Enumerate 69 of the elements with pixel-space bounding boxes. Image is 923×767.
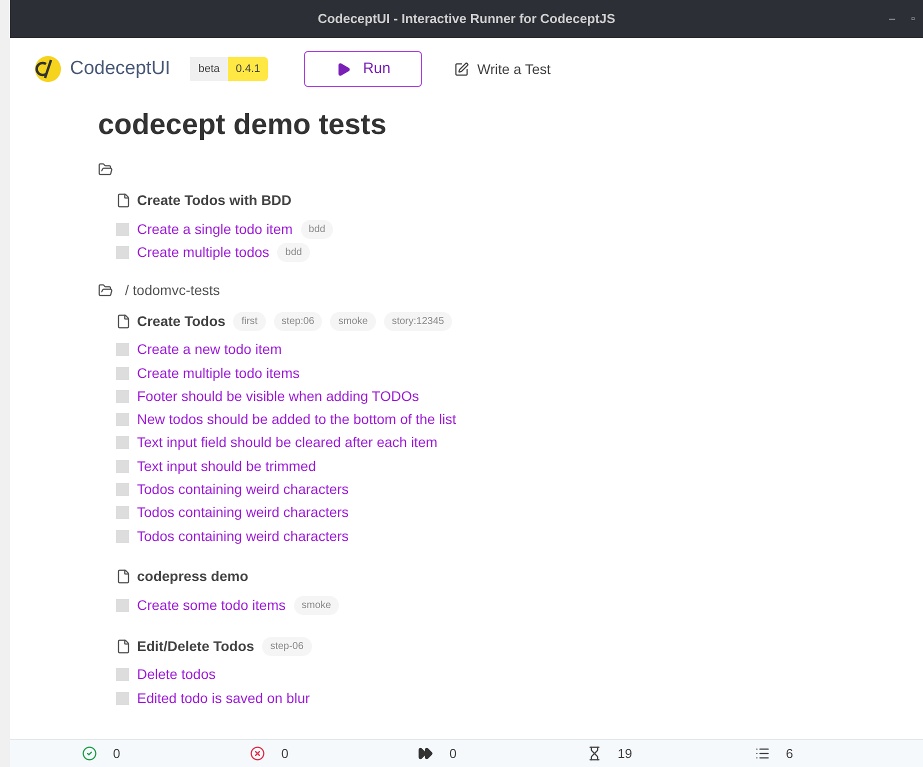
test-checkbox[interactable] [116, 530, 129, 543]
test-checkbox[interactable] [116, 413, 129, 426]
test-checkbox[interactable] [116, 246, 129, 259]
test-link[interactable]: Footer should be visible when adding TODOs [137, 386, 419, 407]
tag: smoke [294, 596, 340, 615]
test-link[interactable]: Create multiple todo items [137, 362, 300, 384]
status-count: 0 [449, 744, 457, 763]
test-checkbox[interactable] [116, 343, 129, 356]
check-circle-icon [82, 746, 97, 761]
fast-forward-icon [418, 746, 434, 761]
test-checkbox[interactable] [116, 460, 129, 473]
test-link[interactable]: Create a single todo item [137, 218, 293, 240]
tag: bdd [277, 242, 310, 262]
logo-icon [34, 55, 62, 83]
tag: step-06 [262, 636, 312, 656]
status-count: 0 [281, 744, 288, 763]
status-count: 6 [786, 744, 794, 763]
list-icon [754, 746, 770, 761]
tag: smoke [330, 312, 376, 331]
beta-badge: beta [190, 56, 228, 82]
test-link[interactable]: Todos containing weird characters [137, 526, 349, 547]
test-link[interactable]: Delete todos [137, 664, 216, 686]
hourglass-icon [586, 746, 602, 761]
test-link[interactable]: Text input field should be cleared after each item [137, 432, 438, 454]
tag: story:12345 [384, 312, 452, 331]
file-icon [116, 314, 131, 329]
test-checkbox[interactable] [116, 483, 129, 496]
folder-path: / todomvc-tests [125, 280, 220, 300]
version-badge: 0.4.1 [228, 56, 268, 82]
write-test-link[interactable]: Write a Test [454, 58, 551, 80]
suite-title: Create Todos with BDD [137, 191, 292, 210]
suite-title: Edit/Delete Todos [137, 636, 254, 656]
status-count: 0 [113, 744, 120, 763]
test-checkbox[interactable] [116, 222, 129, 236]
window-title: CodeceptUI - Interactive Runner for CodeceptJS [318, 10, 616, 28]
tag: bdd [300, 220, 334, 239]
test-link[interactable]: Edited todo is saved on blur [137, 688, 310, 708]
suite-title: codepress demo [137, 567, 248, 586]
edit-icon [454, 62, 470, 76]
test-link[interactable]: Create some todo items [137, 594, 286, 616]
file-icon [116, 638, 131, 654]
tag: first [233, 312, 266, 331]
folder-icon [98, 162, 113, 177]
test-link[interactable]: Create a new todo item [137, 339, 282, 360]
test-checkbox[interactable] [116, 506, 129, 520]
test-link[interactable]: Todos containing weird characters [137, 502, 349, 524]
test-link[interactable]: Create multiple todos [137, 242, 270, 263]
test-checkbox[interactable] [116, 436, 129, 450]
test-checkbox[interactable] [116, 598, 129, 612]
test-checkbox[interactable] [116, 390, 129, 403]
test-link[interactable]: New todos should be added to the bottom of the list [137, 409, 456, 430]
test-link[interactable]: Text input should be trimmed [137, 456, 316, 477]
window-control[interactable]: ▫ [911, 10, 915, 28]
tag: step:06 [274, 312, 322, 331]
test-checkbox[interactable] [116, 366, 129, 380]
page-title: codecept demo tests [98, 108, 388, 143]
test-link[interactable]: Todos containing weird characters [137, 479, 349, 500]
window-control[interactable]: – [888, 10, 896, 28]
folder-icon [98, 282, 113, 298]
status-count: 19 [618, 744, 632, 763]
file-icon [116, 569, 131, 584]
test-checkbox[interactable] [116, 668, 129, 682]
suite-title: Create Todos [137, 312, 226, 331]
file-icon [116, 193, 131, 208]
play-icon [336, 62, 351, 76]
logo-text: CodeceptUI [70, 56, 170, 81]
run-button[interactable]: Run [304, 51, 422, 87]
test-checkbox[interactable] [116, 692, 129, 704]
error-circle-icon [250, 746, 266, 761]
